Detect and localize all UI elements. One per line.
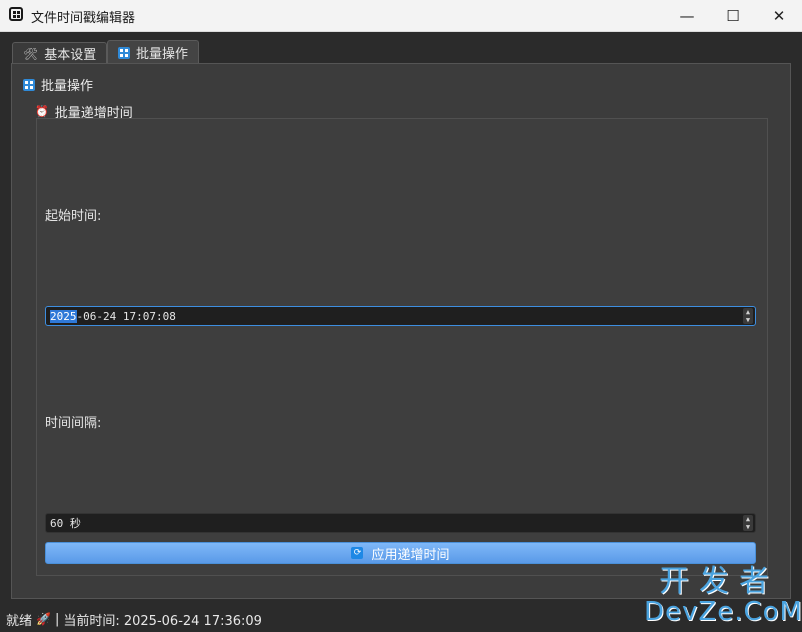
- interval-label: 时间间隔:: [45, 416, 102, 431]
- tab-label: 批量操作: [136, 47, 189, 62]
- grid-icon: [118, 46, 130, 59]
- start-time-label: 起始时间:: [45, 209, 102, 224]
- start-time-rest-text: -06-24 17:07:08: [76, 309, 176, 323]
- close-button[interactable]: ✕: [756, 0, 802, 31]
- title-bar: 文件时间戳编辑器 — ☐ ✕: [0, 0, 802, 32]
- spin-down-icon[interactable]: ▼: [746, 523, 750, 531]
- watermark: 开发者 DevZe.CoM: [644, 564, 802, 628]
- spin-up-icon[interactable]: ▲: [746, 308, 750, 316]
- tools-icon: 🛠: [23, 46, 39, 61]
- alarm-clock-icon: ⏰: [35, 105, 49, 118]
- interval-input[interactable]: 60 秒 ▲ ▼: [45, 513, 756, 533]
- watermark-bottom: DevZe.CoM: [644, 597, 802, 627]
- selected-year-text: 2025: [50, 309, 77, 323]
- interval-spin-arrows[interactable]: ▲ ▼: [743, 515, 753, 531]
- batch-group-title: 批量操作: [23, 75, 93, 94]
- rocket-icon: 🚀: [36, 612, 51, 626]
- start-time-input[interactable]: 2025 -06-24 17:07:08 ▲ ▼: [45, 306, 756, 326]
- tab-batch-operations[interactable]: 批量操作: [107, 40, 200, 64]
- status-ready-text: 就绪: [6, 613, 33, 629]
- interval-value-text: 60 秒: [50, 517, 81, 530]
- status-separator: |: [54, 611, 60, 627]
- tab-label: 基本设置: [44, 48, 97, 63]
- window-title: 文件时间戳编辑器: [31, 11, 136, 26]
- increment-group-box: [36, 118, 768, 576]
- refresh-icon: ⟳: [351, 547, 364, 559]
- maximize-button[interactable]: ☐: [710, 0, 756, 31]
- tab-basic-settings[interactable]: 🛠 基本设置: [12, 42, 108, 64]
- app-icon: [9, 7, 23, 21]
- spin-up-icon[interactable]: ▲: [746, 515, 750, 523]
- apply-increment-button[interactable]: ⟳ 应用递增时间: [45, 542, 756, 564]
- start-time-spin-arrows[interactable]: ▲ ▼: [743, 308, 753, 324]
- grid-icon: [23, 78, 35, 91]
- current-time-text: 当前时间: 2025-06-24 17:36:09: [63, 613, 262, 629]
- watermark-top: 开发者: [659, 564, 779, 599]
- minimize-button[interactable]: —: [664, 0, 710, 31]
- apply-button-label: 应用递增时间: [371, 547, 450, 563]
- spin-down-icon[interactable]: ▼: [746, 316, 750, 324]
